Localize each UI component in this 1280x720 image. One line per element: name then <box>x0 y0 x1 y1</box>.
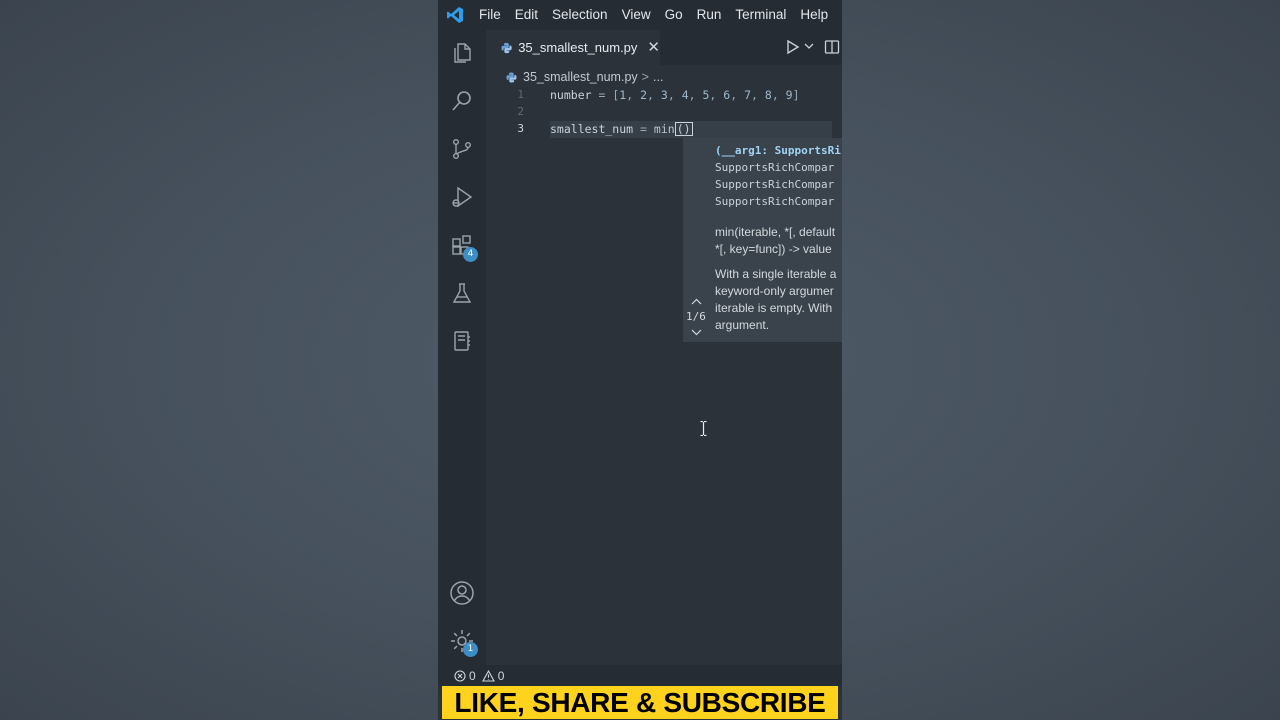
tab-label: 35_smallest_num.py <box>518 40 638 55</box>
banner-text: LIKE, SHARE & SUBSCRIBE <box>454 686 826 718</box>
notebook-icon <box>454 331 470 351</box>
split-editor-icon[interactable] <box>824 39 840 55</box>
signature-active-param: (__arg1: SupportsRi <box>715 144 841 157</box>
problems-errors[interactable]: 0 <box>454 669 476 683</box>
manage-badge: 1 <box>463 642 478 657</box>
token-number: 4 <box>681 88 689 102</box>
menu-selection[interactable]: Selection <box>545 0 615 30</box>
tab-close-icon[interactable]: ✕ <box>647 40 660 55</box>
error-count: 0 <box>469 669 476 683</box>
chevron-up-icon[interactable] <box>691 298 702 306</box>
doc-signature: *[, key=func]) -> value <box>715 242 832 256</box>
line-number: 2 <box>517 105 524 118</box>
breadcrumb[interactable]: 35_smallest_num.py > ... <box>506 67 663 87</box>
tab-35-smallest-num[interactable]: 35_smallest_num.py ✕ <box>486 30 660 65</box>
token-number: 9 <box>785 88 793 102</box>
activity-run-debug[interactable] <box>438 174 486 220</box>
menu-run[interactable]: Run <box>690 0 729 30</box>
files-icon <box>454 43 471 63</box>
signature-line: SupportsRichCompar <box>715 178 835 191</box>
signature-pager: 1/6 <box>686 310 706 323</box>
breadcrumb-separator: > <box>641 70 649 84</box>
menu-file[interactable]: File <box>472 0 508 30</box>
line-number-active: 3 <box>517 122 524 135</box>
activity-manage[interactable]: 1 <box>438 618 486 664</box>
warning-count: 0 <box>497 669 505 683</box>
token-number: 7 <box>744 88 752 102</box>
activity-bar: 4 1 <box>438 30 486 665</box>
breadcrumb-file[interactable]: 35_smallest_num.py <box>523 70 638 84</box>
token-bracket: ] <box>792 88 800 102</box>
extensions-badge: 4 <box>463 247 478 262</box>
account-icon <box>450 581 474 605</box>
menu-help[interactable]: Help <box>793 0 835 30</box>
token-operator: = <box>598 88 606 102</box>
menu-bar: File Edit Selection View Go Run Terminal… <box>438 0 842 30</box>
menu-view[interactable]: View <box>615 0 658 30</box>
problems-warnings[interactable]: 0 <box>481 669 505 683</box>
text-cursor: () <box>674 122 693 136</box>
doc-text: argument. <box>715 318 770 332</box>
subscribe-banner: LIKE, SHARE & SUBSCRIBE <box>442 686 838 719</box>
token-operator: = <box>640 122 647 136</box>
python-file-icon <box>501 42 512 53</box>
vscode-logo-icon <box>438 0 472 30</box>
breadcrumb-more[interactable]: ... <box>653 70 663 84</box>
signature-line: SupportsRichCompar <box>715 195 835 208</box>
line-number: 1 <box>517 88 524 101</box>
token-number: 8 <box>764 88 772 102</box>
doc-text: keyword-only argumer <box>715 284 834 298</box>
activity-explorer[interactable] <box>438 30 486 76</box>
activity-accounts[interactable] <box>438 570 486 616</box>
activity-search[interactable] <box>438 78 486 124</box>
activity-notebook[interactable] <box>438 318 486 364</box>
chevron-down-icon[interactable] <box>804 42 814 50</box>
editor-tab-bar: 35_smallest_num.py ✕ <box>486 30 842 65</box>
search-icon <box>452 91 471 111</box>
status-bar: 0 0 <box>438 665 842 687</box>
token-variable: smallest_num <box>550 122 634 136</box>
parameter-hints-widget[interactable]: (__arg1: SupportsRi SupportsRichCompar S… <box>683 138 842 342</box>
activity-extensions[interactable]: 4 <box>438 222 486 268</box>
python-file-icon <box>506 71 517 83</box>
vscode-window: File Edit Selection View Go Run Terminal… <box>438 0 842 720</box>
token-function: min <box>653 122 675 136</box>
chevron-down-icon[interactable] <box>691 328 702 336</box>
source-control-icon <box>453 139 471 160</box>
token-number: 3 <box>660 88 668 102</box>
code-line-3[interactable]: smallest_num = min() <box>550 122 693 136</box>
warning-icon <box>481 670 495 682</box>
ibeam-cursor-icon <box>700 421 707 436</box>
run-debug-icon <box>452 186 473 208</box>
doc-signature: min(iterable, *[, default <box>715 225 836 239</box>
signature-line: SupportsRichCompar <box>715 161 835 174</box>
doc-text: iterable is empty. With <box>715 301 833 315</box>
error-icon <box>454 670 466 682</box>
activity-testing[interactable] <box>438 270 486 316</box>
run-python-file-icon[interactable] <box>786 39 800 55</box>
menu-go[interactable]: Go <box>658 0 690 30</box>
code-line-1[interactable]: number = [1, 2, 3, 4, 5, 6, 7, 8, 9] <box>550 88 800 102</box>
token-variable: number <box>550 88 592 102</box>
flask-icon <box>452 283 472 303</box>
menu-edit[interactable]: Edit <box>508 0 545 30</box>
activity-source-control[interactable] <box>438 126 486 172</box>
menu-terminal[interactable]: Terminal <box>728 0 793 30</box>
token-number: 2 <box>640 88 648 102</box>
doc-text: With a single iterable a <box>715 267 837 281</box>
